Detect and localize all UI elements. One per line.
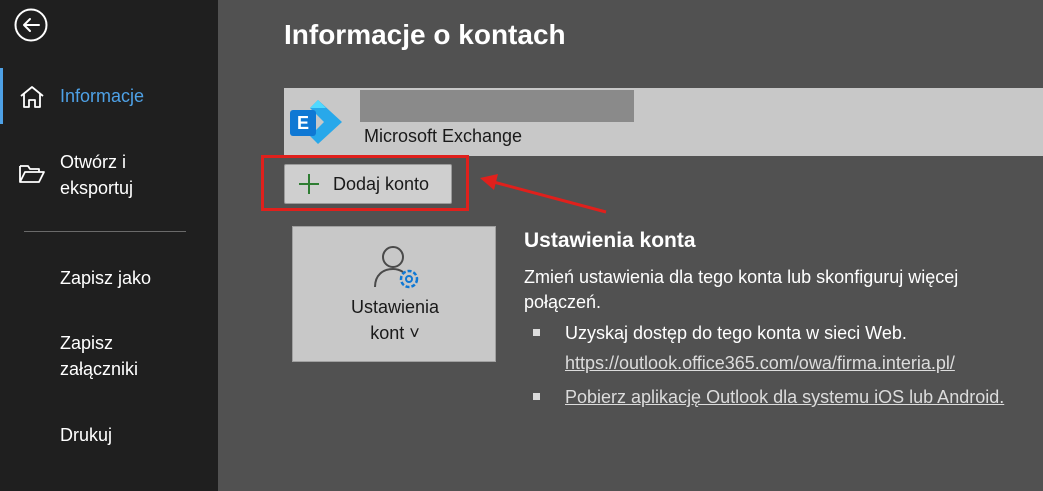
account-settings-icon [374,246,419,289]
sidebar-item-zapisz-jako[interactable]: Zapisz jako [0,264,218,292]
account-settings-heading: Ustawienia konta [524,229,696,252]
account-settings-button[interactable]: Ustawienia kont ˅ [292,226,496,362]
account-type: Microsoft Exchange [364,126,523,146]
owa-link[interactable]: https://outlook.office365.com/owa/firma.… [565,353,955,374]
account-settings-description: Zmień ustawienia dla tego konta lub skon… [524,267,959,312]
sidebar-item-drukuj[interactable]: Drukuj [0,421,218,449]
account-settings-label-dropdown: kont ˅ [370,323,420,343]
sidebar: Informacje Otwórz i eksportuj Zapisz jak… [0,0,218,491]
account-selector[interactable]: E Microsoft Exchange [284,88,1043,156]
main-content: Informacje o kontach E Microsoft Exchang… [218,0,1043,491]
sidebar-item-label: Zapisz jako [60,268,152,288]
mobile-app-link[interactable]: Pobierz aplikację Outlook dla systemu iO… [565,387,1004,408]
sidebar-divider [24,231,186,232]
sidebar-item-zapisz-zalaczniki[interactable]: Zapisz załączniki [0,329,218,385]
sidebar-item-otworz-eksportuj[interactable]: Otwórz i eksportuj [0,148,218,204]
sidebar-item-label: Drukuj [60,425,113,445]
home-icon [20,86,44,108]
exchange-logo-icon: E [290,100,342,144]
sidebar-item-informacje[interactable]: Informacje [0,82,218,110]
annotation-arrow [480,174,607,214]
account-settings-label: Ustawienia [350,297,440,317]
bullet-icon [533,393,540,400]
web-access-text: Uzyskaj dostęp do tego konta w sieci Web… [565,323,907,343]
sidebar-item-label: Informacje [60,86,145,106]
folder-open-icon [19,165,45,183]
exchange-logo-letter: E [297,113,309,133]
sidebar-item-label: Zapisz [60,333,114,353]
back-arrow-icon[interactable] [14,8,48,42]
page-title: Informacje o kontach [284,19,566,50]
account-name-redacted [360,90,634,122]
sidebar-item-label: Otwórz i [60,152,127,172]
sidebar-item-label: załączniki [60,359,139,379]
highlight-box [261,155,469,211]
sidebar-item-label: eksportuj [60,178,134,198]
bullet-icon [533,329,540,336]
